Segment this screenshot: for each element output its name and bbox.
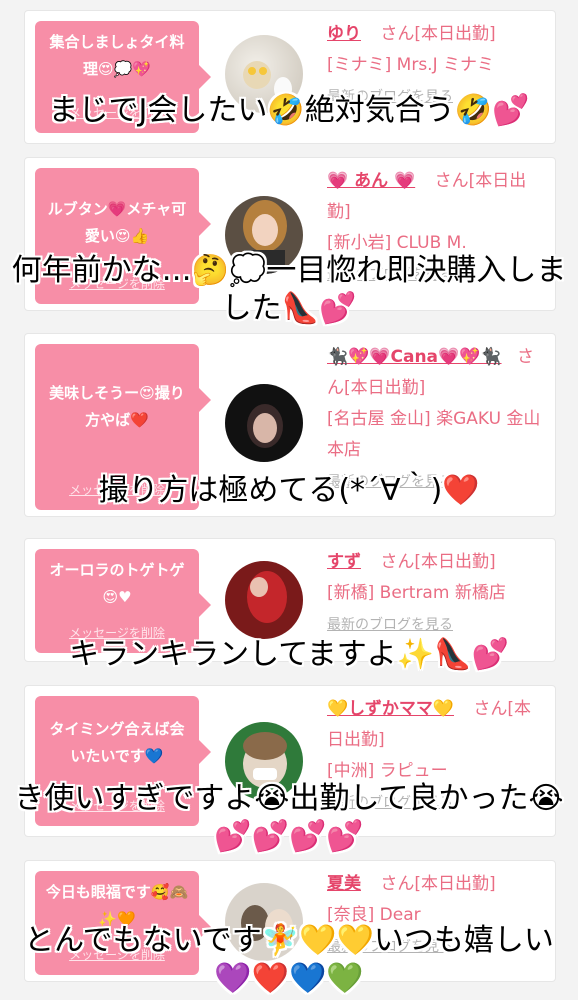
- cast-name-link[interactable]: 💗 あん 💗: [327, 171, 415, 191]
- message-text: 今日も眼福です🥰🙈✨🧡: [45, 883, 189, 928]
- shop-name[interactable]: [名古屋 金山] 楽GAKU 金山本店: [327, 409, 540, 460]
- avatar[interactable]: [225, 722, 303, 800]
- message-text: 美味しそうー😍撮り方やば❤️: [49, 384, 185, 429]
- delete-message-link[interactable]: メッセージを削除: [35, 620, 199, 647]
- cast-name-link[interactable]: 💛しずかママ💛: [327, 699, 454, 719]
- message-card: 集合しましょタイ料理😍💭💖 メッセージを削除 ゆり さん[本日出勤] [ミナミ]…: [24, 10, 556, 144]
- message-card: 美味しそうー😍撮り方やば❤️ メッセージを削除 🐈‍⬛💖💗Cana💗💖🐈‍⬛ さ…: [24, 333, 556, 517]
- message-bubble: オーロラのトゲトゲ😍♥ メッセージを削除: [35, 549, 211, 653]
- message-text: 集合しましょタイ料理😍💭💖: [49, 33, 185, 78]
- delete-message-link[interactable]: メッセージを削除: [35, 793, 199, 820]
- message-text: タイミング合えば会いたいです💙: [49, 720, 185, 765]
- avatar-photo: [243, 732, 287, 788]
- message-bubble: ルブタン💗メチャ可愛い😍👍 メッセージを削除: [35, 168, 211, 304]
- message-text: オーロラのトゲトゲ😍♥: [49, 561, 185, 606]
- delete-message-link[interactable]: メッセージを削除: [35, 271, 199, 298]
- shop-name[interactable]: [新小岩] CLUB M.: [327, 233, 467, 253]
- cast-name-link[interactable]: 🐈‍⬛💖💗Cana💗💖🐈‍⬛: [327, 347, 502, 367]
- cast-info: すず さん[本日出勤] [新橋] Bertram 新橋店 最新のブログを見る: [327, 547, 547, 641]
- delete-message-link[interactable]: メッセージを削除: [35, 477, 199, 504]
- blog-link[interactable]: 最新のブログを見る: [327, 939, 453, 955]
- avatar[interactable]: [225, 384, 303, 462]
- shop-name[interactable]: [ミナミ] Mrs.J ミナミ: [327, 55, 494, 75]
- message-bubble: 今日も眼福です🥰🙈✨🧡 メッセージを削除: [35, 871, 211, 975]
- avatar-photo: [247, 571, 287, 623]
- blog-link[interactable]: 最新のブログを見る: [327, 795, 453, 811]
- message-bubble: タイミング合えば会いたいです💙 メッセージを削除: [35, 696, 211, 826]
- cast-info: 💛しずかママ💛 さん[本日出勤] [中洲] ラピュー 最新のブログを見る: [327, 694, 547, 819]
- delete-message-link[interactable]: メッセージを削除: [35, 100, 199, 127]
- message-text: ルブタン💗メチャ可愛い😍👍: [47, 200, 187, 245]
- blog-link[interactable]: 最新のブログを見る: [327, 267, 453, 283]
- cast-suffix: さん[本日出勤]: [380, 874, 496, 894]
- cast-info: 夏美 さん[本日出勤] [奈良] Dear 最新のブログを見る: [327, 869, 547, 963]
- blog-link[interactable]: 最新のブログを見る: [327, 617, 453, 633]
- shop-name[interactable]: [奈良] Dear: [327, 905, 421, 925]
- avatar-photo: [241, 905, 293, 945]
- message-card: オーロラのトゲトゲ😍♥ メッセージを削除 すず さん[本日出勤] [新橋] Be…: [24, 538, 556, 662]
- avatar-photo: [243, 200, 287, 274]
- avatar[interactable]: [225, 561, 303, 639]
- delete-message-link[interactable]: メッセージを削除: [35, 942, 199, 969]
- avatar[interactable]: [225, 196, 303, 274]
- cast-info: 🐈‍⬛💖💗Cana💗💖🐈‍⬛ さん[本日出勤] [名古屋 金山] 楽GAKU 金…: [327, 342, 547, 498]
- blog-link[interactable]: 最新のブログを見る: [327, 474, 453, 490]
- avatar-photo: [243, 61, 292, 101]
- cast-info: ゆり さん[本日出勤] [ミナミ] Mrs.J ミナミ 最新のブログを見る: [327, 19, 547, 113]
- avatar-photo: [247, 404, 283, 448]
- cast-suffix: さん[本日出勤]: [380, 552, 496, 572]
- message-bubble: 集合しましょタイ料理😍💭💖 メッセージを削除: [35, 21, 211, 133]
- shop-name[interactable]: [新橋] Bertram 新橋店: [327, 583, 506, 603]
- shop-name[interactable]: [中洲] ラピュー: [327, 761, 448, 781]
- avatar[interactable]: [225, 35, 303, 113]
- avatar[interactable]: [225, 883, 303, 961]
- cast-name-link[interactable]: すず: [327, 552, 361, 572]
- blog-link[interactable]: 最新のブログを見る: [327, 89, 453, 105]
- message-card: 今日も眼福です🥰🙈✨🧡 メッセージを削除 夏美 さん[本日出勤] [奈良] De…: [24, 860, 556, 982]
- message-card: タイミング合えば会いたいです💙 メッセージを削除 💛しずかママ💛 さん[本日出勤…: [24, 685, 556, 837]
- cast-name-link[interactable]: ゆり: [327, 24, 361, 44]
- cast-name-link[interactable]: 夏美: [327, 874, 361, 894]
- message-bubble: 美味しそうー😍撮り方やば❤️ メッセージを削除: [35, 344, 211, 510]
- message-card: ルブタン💗メチャ可愛い😍👍 メッセージを削除 💗 あん 💗 さん[本日出勤] […: [24, 157, 556, 311]
- cast-suffix: さん[本日出勤]: [380, 24, 496, 44]
- cast-info: 💗 あん 💗 さん[本日出勤] [新小岩] CLUB M. 最新のブログを見る: [327, 166, 547, 291]
